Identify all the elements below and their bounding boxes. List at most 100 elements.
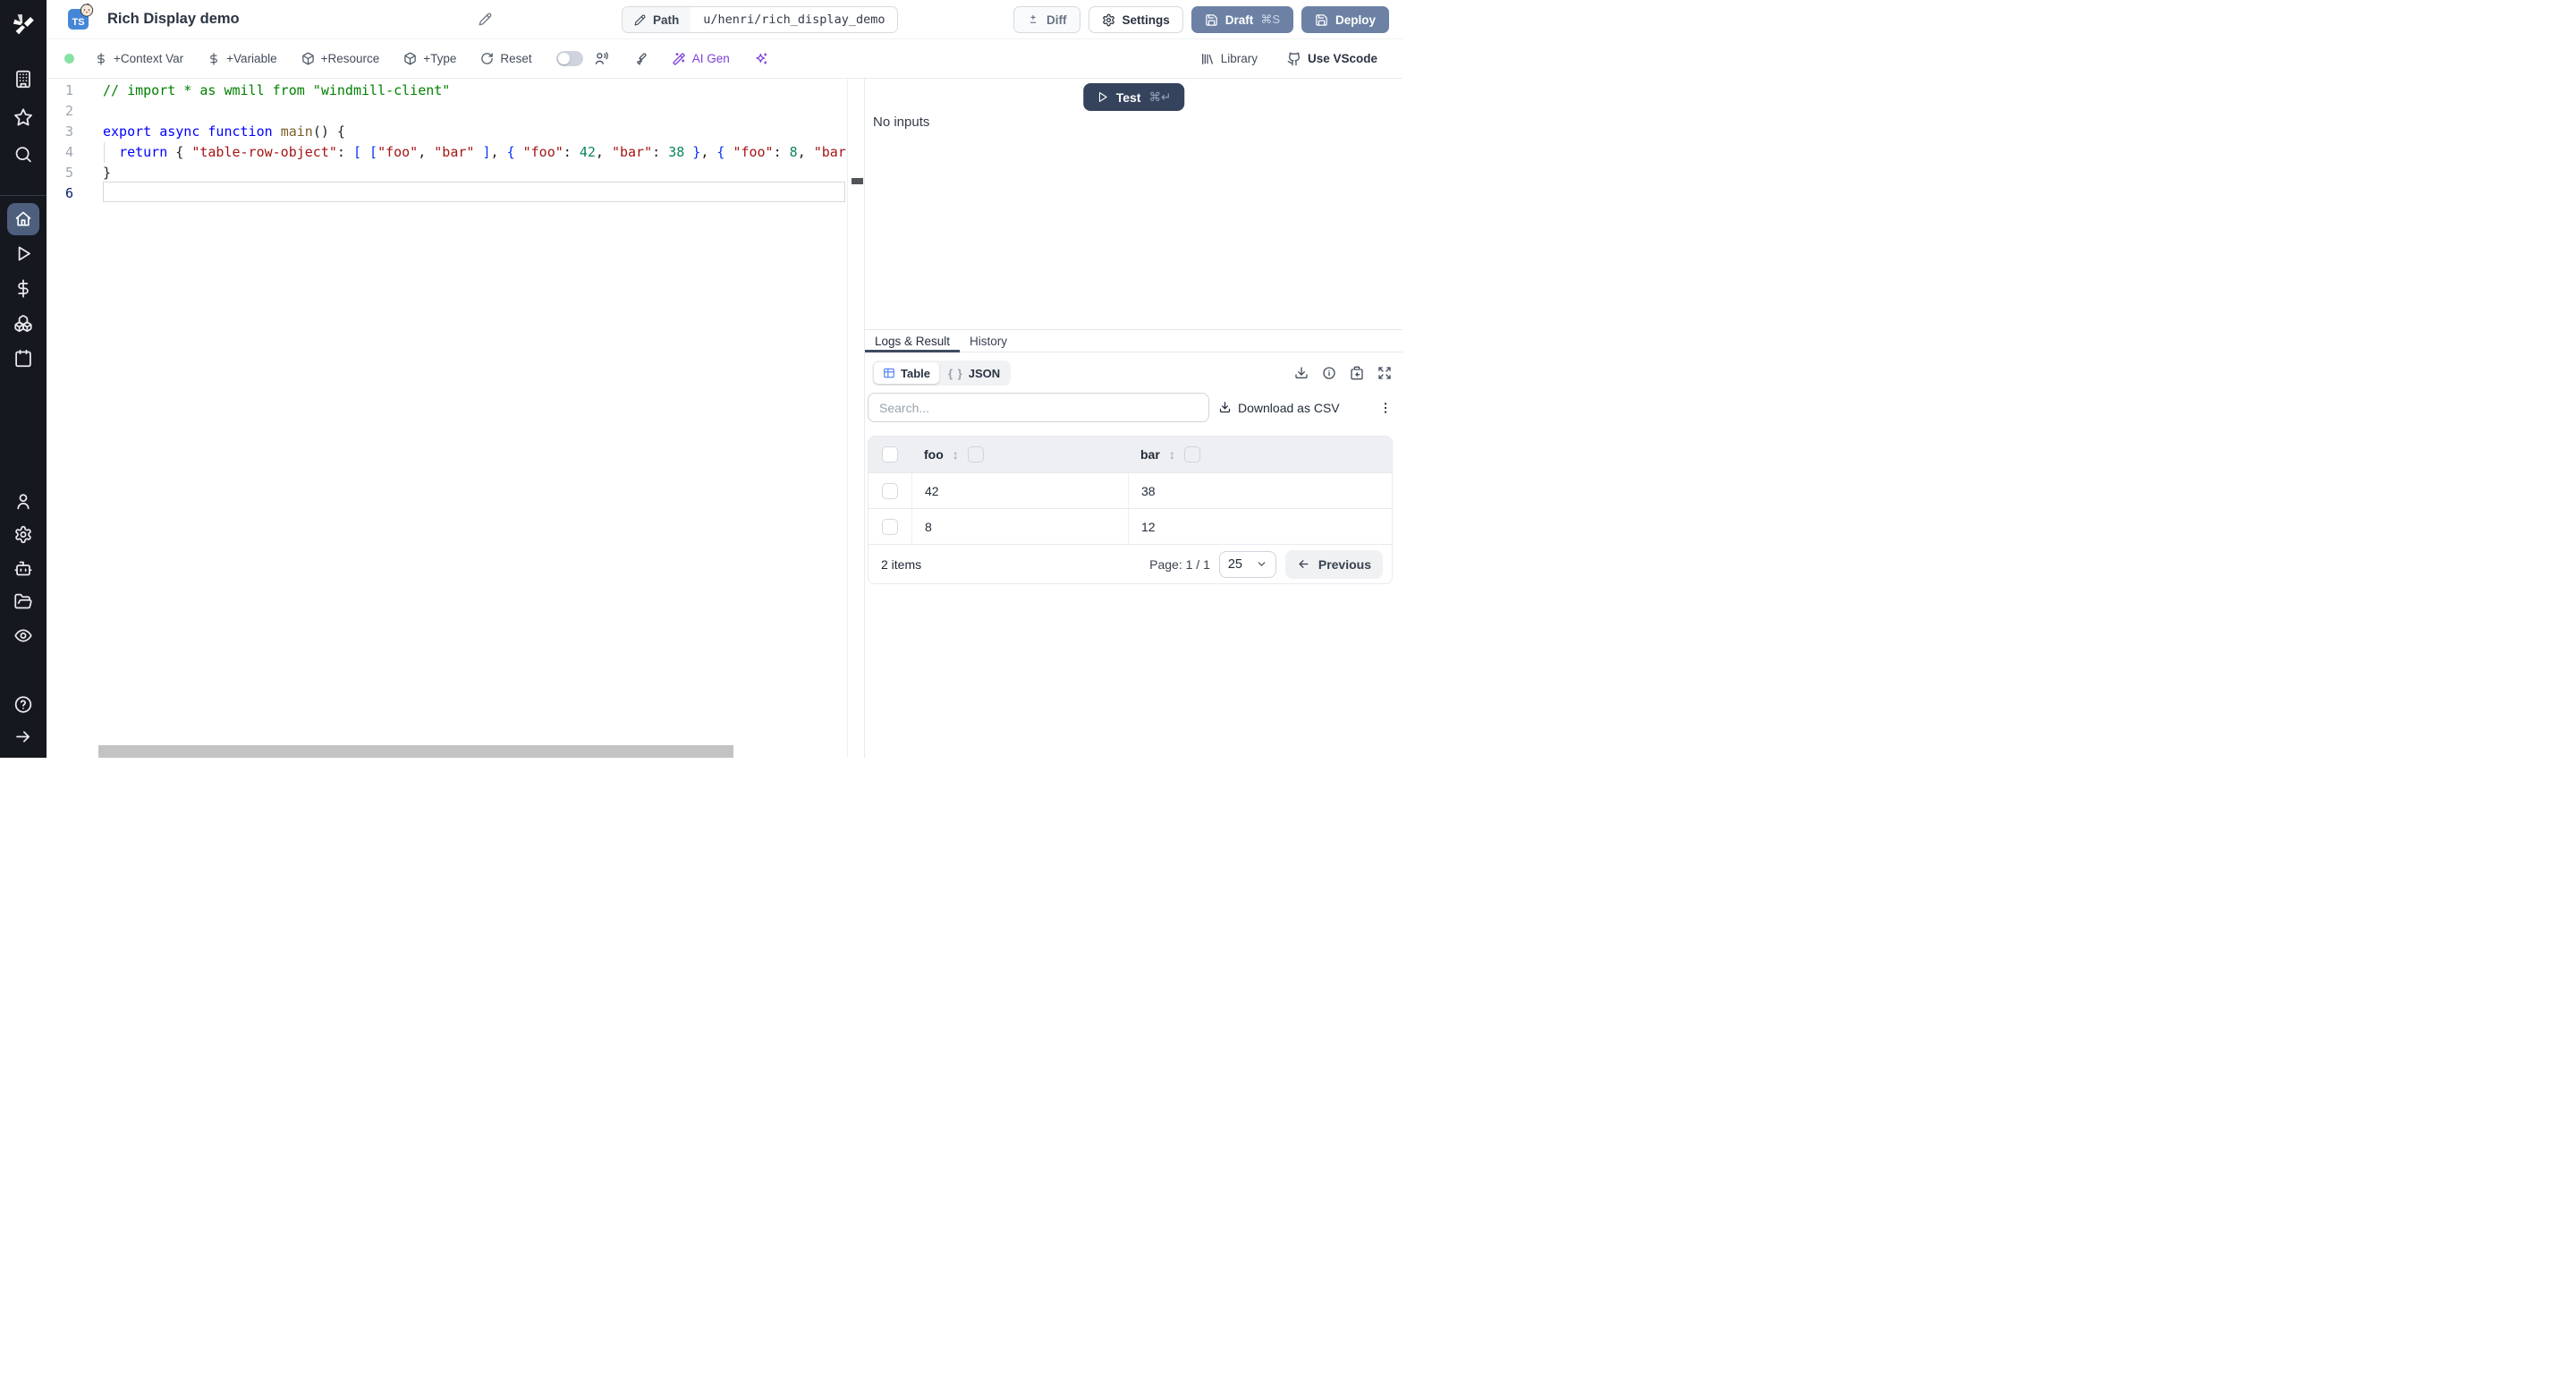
- format-paintbrush-icon[interactable]: [633, 52, 648, 66]
- favorites-star-icon[interactable]: [13, 107, 33, 127]
- path-value[interactable]: u/henri/rich_display_demo: [691, 7, 897, 32]
- search-input[interactable]: [868, 393, 1209, 422]
- line-number: 1: [47, 81, 85, 101]
- code-line[interactable]: 6: [47, 183, 847, 204]
- windmill-script-editor: TS Rich Display demo Path u/henri/rich_d…: [0, 0, 1402, 758]
- add-type-button[interactable]: +Type: [403, 52, 456, 65]
- github-icon: [1287, 52, 1301, 66]
- view-toggle: Table { } JSON: [872, 361, 1011, 386]
- add-context-var-button[interactable]: +Context Var: [95, 52, 183, 65]
- expand-icon[interactable]: [1377, 366, 1392, 380]
- toggle-knob: [558, 53, 570, 64]
- sidebar-item-schedules-calendar-icon[interactable]: [14, 349, 33, 368]
- editor-horizontal-scrollbar[interactable]: [98, 745, 733, 758]
- code-editor[interactable]: 1// import * as wmill from "windmill-cli…: [47, 79, 847, 758]
- help-icon[interactable]: [14, 695, 33, 714]
- ai-gen-button[interactable]: AI Gen: [672, 52, 730, 66]
- page-size-select[interactable]: 25: [1219, 551, 1276, 578]
- sidebar-item-settings-gear-icon[interactable]: [14, 525, 33, 544]
- use-vscode-button[interactable]: Use VScode: [1287, 52, 1377, 66]
- sort-bar-icon[interactable]: ↕: [1169, 447, 1175, 462]
- collapse-sidebar-arrow-right-icon[interactable]: [14, 727, 33, 746]
- page-title: Rich Display demo: [107, 11, 240, 28]
- sidebar-item-users-icon[interactable]: [14, 492, 33, 511]
- info-icon[interactable]: [1322, 366, 1336, 380]
- view-toggle-json[interactable]: { } JSON: [939, 362, 1009, 384]
- result-action-icons: [1294, 366, 1392, 380]
- chevron-down-icon: [1256, 558, 1267, 570]
- cell-bar: 38: [1128, 473, 1392, 508]
- library-button[interactable]: Library: [1200, 52, 1258, 66]
- dollar-icon: [95, 53, 107, 65]
- deploy-button[interactable]: Deploy: [1301, 6, 1389, 33]
- line-number: 2: [47, 101, 85, 122]
- braces-icon: { }: [948, 367, 963, 380]
- diff-button[interactable]: Diff: [1013, 6, 1080, 33]
- magic-wand-icon: [672, 52, 686, 66]
- settings-button[interactable]: Settings: [1089, 6, 1183, 33]
- column-header-foo[interactable]: foo: [924, 447, 944, 462]
- pin-column-foo[interactable]: [968, 446, 984, 463]
- code-line[interactable]: 1// import * as wmill from "windmill-cli…: [47, 81, 847, 101]
- code-line[interactable]: 3export async function main() {: [47, 122, 847, 142]
- settings-gear-icon: [1102, 13, 1115, 27]
- panel-splitter[interactable]: [847, 79, 865, 758]
- path-label: Path: [623, 7, 691, 32]
- sidebar-item-resources-boxes-icon[interactable]: [14, 314, 33, 333]
- edit-summary-pencil-icon[interactable]: [479, 13, 492, 26]
- pin-column-bar[interactable]: [1184, 446, 1200, 463]
- path-control[interactable]: Path u/henri/rich_display_demo: [622, 6, 898, 33]
- copy-to-clipboard-icon[interactable]: [1350, 366, 1364, 380]
- result-tabs: Logs & Result History: [865, 329, 1402, 352]
- code-line[interactable]: 4 return { "table-row-object": [ ["foo",…: [47, 142, 847, 163]
- package-icon: [403, 52, 417, 65]
- page-indicator: Page: 1 / 1: [1149, 557, 1210, 572]
- download-csv-button[interactable]: Download as CSV: [1218, 401, 1340, 415]
- cell-bar: 12: [1128, 509, 1392, 544]
- sidebar-item-workers-bot-icon[interactable]: [14, 559, 33, 578]
- sort-foo-icon[interactable]: ↕: [953, 447, 959, 462]
- previous-page-button[interactable]: Previous: [1285, 550, 1383, 579]
- sidebar-item-variables-dollar-icon[interactable]: [14, 279, 33, 298]
- view-toggle-table[interactable]: Table: [874, 362, 939, 384]
- reset-button[interactable]: Reset: [480, 52, 531, 65]
- row-checkbox[interactable]: [882, 483, 898, 499]
- kebab-menu-icon[interactable]: [1378, 401, 1393, 415]
- save-icon: [1315, 13, 1328, 27]
- workspace-building-icon[interactable]: [14, 70, 33, 89]
- top-bar: TS Rich Display demo Path u/henri/rich_d…: [47, 0, 1402, 39]
- sidebar-item-folders-icon[interactable]: [14, 592, 33, 611]
- sidebar-divider: [0, 195, 47, 196]
- draft-button[interactable]: Draft ⌘S: [1191, 6, 1293, 33]
- editor-toolbar: +Context Var +Variable +Resource +Type R…: [47, 39, 1402, 79]
- run-header: Test ⌘↵ No inputs: [865, 79, 1402, 329]
- baby-emoji-icon: [80, 3, 94, 17]
- search-icon[interactable]: [14, 145, 33, 164]
- add-resource-button[interactable]: +Resource: [301, 52, 380, 65]
- table-search-row: Download as CSV: [865, 393, 1402, 422]
- row-checkbox[interactable]: [882, 519, 898, 535]
- add-variable-button[interactable]: +Variable: [208, 52, 276, 65]
- code-line[interactable]: 2: [47, 101, 847, 122]
- column-header-bar[interactable]: bar: [1140, 447, 1160, 462]
- typescript-badge: TS: [68, 9, 89, 30]
- sparkles-icon[interactable]: [754, 52, 768, 66]
- top-actions: Diff Settings Draft ⌘S Deploy: [1013, 6, 1389, 33]
- multiplayer-users-icon[interactable]: [594, 51, 609, 66]
- windmill-logo[interactable]: [10, 11, 37, 38]
- test-button[interactable]: Test ⌘↵: [1083, 83, 1185, 111]
- sidebar-item-runs-play-icon[interactable]: [14, 244, 33, 263]
- download-icon[interactable]: [1294, 366, 1309, 380]
- line-number: 5: [47, 163, 85, 183]
- sidebar-item-home[interactable]: [7, 203, 39, 235]
- table-row: 4238: [869, 472, 1392, 508]
- path-pencil-icon: [634, 14, 646, 26]
- multiplayer-toggle[interactable]: [556, 51, 583, 66]
- tab-history[interactable]: History: [960, 330, 1017, 352]
- sidebar-item-audit-eye-icon[interactable]: [14, 626, 33, 645]
- code-lines: 1// import * as wmill from "windmill-cli…: [47, 81, 847, 204]
- tab-logs-result[interactable]: Logs & Result: [865, 330, 960, 352]
- code-line[interactable]: 5}: [47, 163, 847, 183]
- select-all-checkbox[interactable]: [882, 446, 898, 463]
- table-row: 812: [869, 508, 1392, 544]
